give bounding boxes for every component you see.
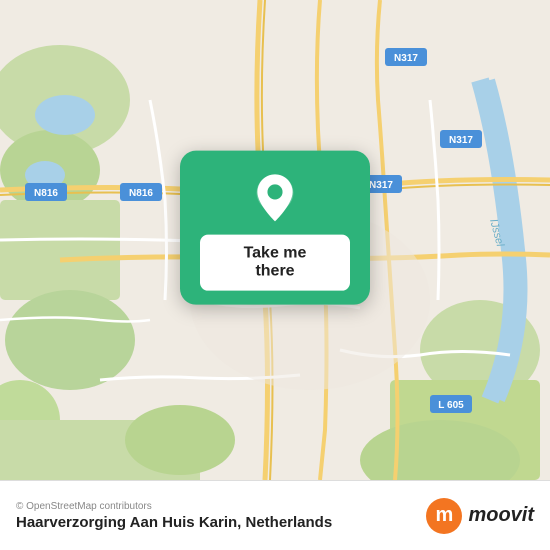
moovit-icon: m — [426, 498, 462, 534]
app-container: N317 N317 N317 N816 N816 N817 L 605 IJss… — [0, 0, 550, 550]
footer-bar: © OpenStreetMap contributors Haarverzorg… — [0, 480, 550, 550]
overlay-card: Take me there — [180, 151, 370, 305]
svg-text:N317: N317 — [394, 53, 418, 64]
svg-text:N816: N816 — [129, 188, 153, 199]
svg-text:L 605: L 605 — [438, 400, 464, 411]
osm-credit: © OpenStreetMap contributors — [16, 501, 332, 512]
take-me-there-button[interactable]: Take me there — [200, 235, 350, 291]
moovit-logo: m moovit — [426, 498, 534, 534]
svg-text:N317: N317 — [449, 135, 473, 146]
location-pin-icon — [249, 173, 301, 225]
footer-left: © OpenStreetMap contributors Haarverzorg… — [16, 501, 332, 531]
map-area: N317 N317 N317 N816 N816 N817 L 605 IJss… — [0, 0, 550, 480]
svg-text:N816: N816 — [34, 188, 58, 199]
location-name: Haarverzorging Aan Huis Karin, Netherlan… — [16, 514, 332, 531]
svg-text:N317: N317 — [369, 180, 393, 191]
moovit-wordmark: moovit — [468, 504, 534, 527]
